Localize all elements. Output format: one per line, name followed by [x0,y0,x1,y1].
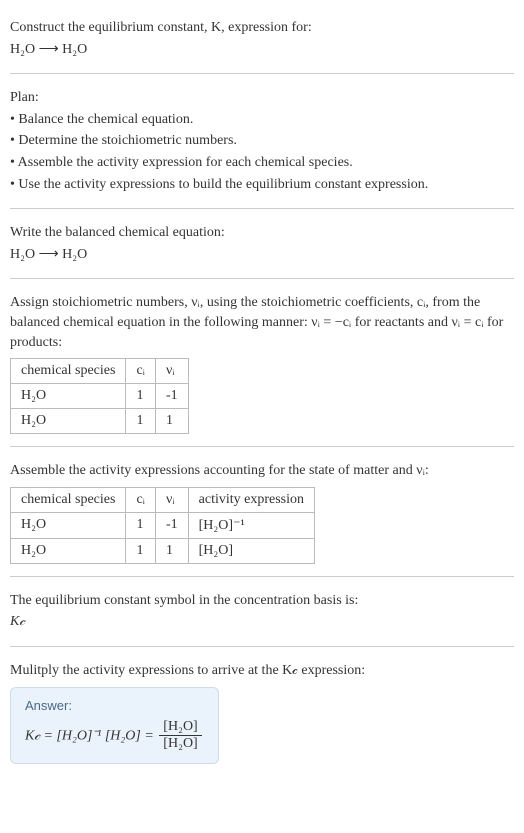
cell: H₂O [11,384,126,409]
cell: [H₂O]⁻¹ [188,512,314,538]
col-header: cᵢ [126,487,156,512]
table-row: H₂O 1 -1 [11,384,189,409]
cell: H₂O [11,409,126,434]
stoich-table: chemical species cᵢ νᵢ H₂O 1 -1 H₂O 1 1 [10,358,189,434]
plan-item: • Determine the stoichiometric numbers. [10,131,514,151]
intro-section: Construct the equilibrium constant, K, e… [10,8,514,69]
cell: [H₂O] [188,538,314,563]
plan-item: • Assemble the activity expression for e… [10,153,514,173]
col-header: activity expression [188,487,314,512]
divider [10,646,514,647]
balanced-equation: H₂O ⟶ H₂O [10,245,514,265]
col-header: cᵢ [126,359,156,384]
divider [10,576,514,577]
answer-label: Answer: [25,698,204,713]
cell: H₂O [11,512,126,538]
activity-table: chemical species cᵢ νᵢ activity expressi… [10,487,315,564]
prompt-text: Construct the equilibrium constant, K, e… [10,18,514,38]
stoich-heading: Assign stoichiometric numbers, νᵢ, using… [10,293,514,352]
cell: H₂O [11,538,126,563]
table-header-row: chemical species cᵢ νᵢ activity expressi… [11,487,315,512]
plan-item: • Use the activity expressions to build … [10,175,514,195]
cell: 1 [126,409,156,434]
balanced-heading: Write the balanced chemical equation: [10,223,514,243]
symbol-section: The equilibrium constant symbol in the c… [10,581,514,642]
activity-section: Assemble the activity expressions accoun… [10,451,514,572]
stoich-section: Assign stoichiometric numbers, νᵢ, using… [10,283,514,442]
balanced-section: Write the balanced chemical equation: H₂… [10,213,514,274]
intro-equation: H₂O ⟶ H₂O [10,40,514,60]
col-header: νᵢ [155,359,188,384]
symbol-value: K𝒸 [10,612,514,632]
cell: 1 [126,512,156,538]
col-header: chemical species [11,487,126,512]
answer-fraction: [H₂O] [H₂O] [159,719,201,754]
table-row: H₂O 1 1 [11,409,189,434]
table-header-row: chemical species cᵢ νᵢ [11,359,189,384]
fraction-denominator: [H₂O] [159,736,201,753]
cell: -1 [155,384,188,409]
fraction-numerator: [H₂O] [159,719,201,737]
cell: -1 [155,512,188,538]
cell: 1 [126,384,156,409]
multiply-section: Mulitply the activity expressions to arr… [10,651,514,772]
plan-item: • Balance the chemical equation. [10,110,514,130]
symbol-heading: The equilibrium constant symbol in the c… [10,591,514,611]
table-row: H₂O 1 -1 [H₂O]⁻¹ [11,512,315,538]
cell: 1 [155,538,188,563]
prompt-line1: Construct the equilibrium constant, K, e… [10,20,312,35]
multiply-heading: Mulitply the activity expressions to arr… [10,661,514,681]
divider [10,446,514,447]
plan-heading: Plan: [10,88,514,108]
divider [10,278,514,279]
divider [10,208,514,209]
table-row: H₂O 1 1 [H₂O] [11,538,315,563]
answer-box: Answer: K𝒸 = [H₂O]⁻¹ [H₂O] = [H₂O] [H₂O] [10,687,219,765]
answer-expression: K𝒸 = [H₂O]⁻¹ [H₂O] = [H₂O] [H₂O] [25,719,204,754]
cell: 1 [155,409,188,434]
answer-lhs: K𝒸 = [H₂O]⁻¹ [H₂O] = [25,728,154,743]
col-header: νᵢ [155,487,188,512]
plan-section: Plan: • Balance the chemical equation. •… [10,78,514,204]
divider [10,73,514,74]
activity-heading: Assemble the activity expressions accoun… [10,461,514,481]
cell: 1 [126,538,156,563]
col-header: chemical species [11,359,126,384]
